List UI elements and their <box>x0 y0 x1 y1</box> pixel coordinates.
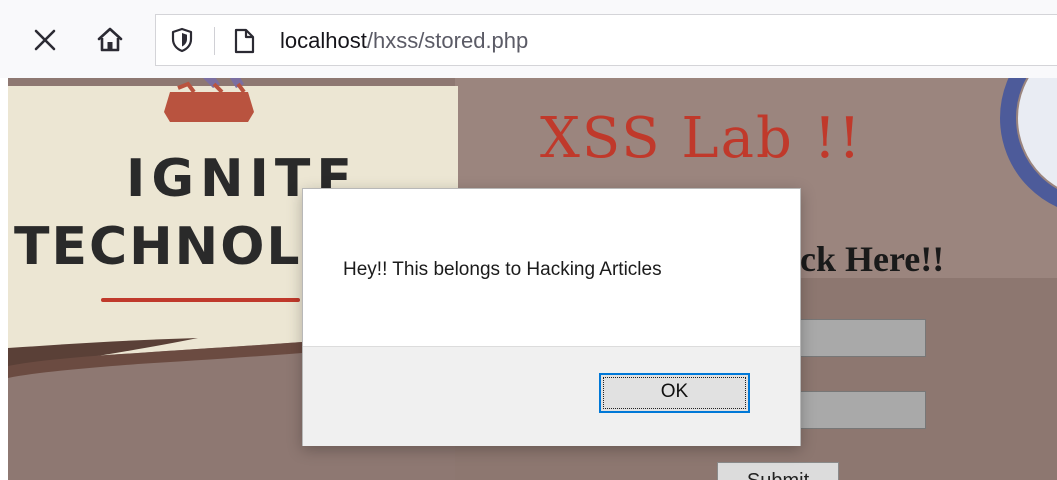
page-left-margin <box>0 78 8 480</box>
shield-icon <box>171 27 193 53</box>
url-separator <box>214 27 215 55</box>
url-path: /hxss/stored.php <box>366 28 529 53</box>
page-title: XSS Lab !! <box>540 106 863 171</box>
globe-decoration <box>1000 78 1057 207</box>
browser-toolbar: localhost/hxss/stored.php <box>0 0 1057 78</box>
url-host: localhost <box>280 28 367 53</box>
ok-button[interactable]: OK <box>599 373 750 413</box>
home-button[interactable] <box>92 22 128 58</box>
alert-dialog: Hey!! This belongs to Hacking Articles O… <box>302 188 801 446</box>
click-here-heading: ck Here!! <box>800 239 945 279</box>
submit-button[interactable]: Submit <box>717 462 839 480</box>
alert-footer: OK <box>303 346 800 446</box>
close-tab-button[interactable] <box>27 22 63 58</box>
close-icon <box>34 29 56 51</box>
url-text[interactable]: localhost/hxss/stored.php <box>280 28 528 54</box>
site-info-button[interactable] <box>232 27 256 60</box>
name-input[interactable] <box>800 319 926 357</box>
page-icon <box>234 28 255 54</box>
message-input[interactable] <box>800 391 926 429</box>
address-bar[interactable]: localhost/hxss/stored.php <box>155 14 1057 66</box>
alert-message: Hey!! This belongs to Hacking Articles <box>343 259 662 280</box>
home-icon <box>97 27 123 52</box>
tracking-protection-button[interactable] <box>170 27 194 58</box>
